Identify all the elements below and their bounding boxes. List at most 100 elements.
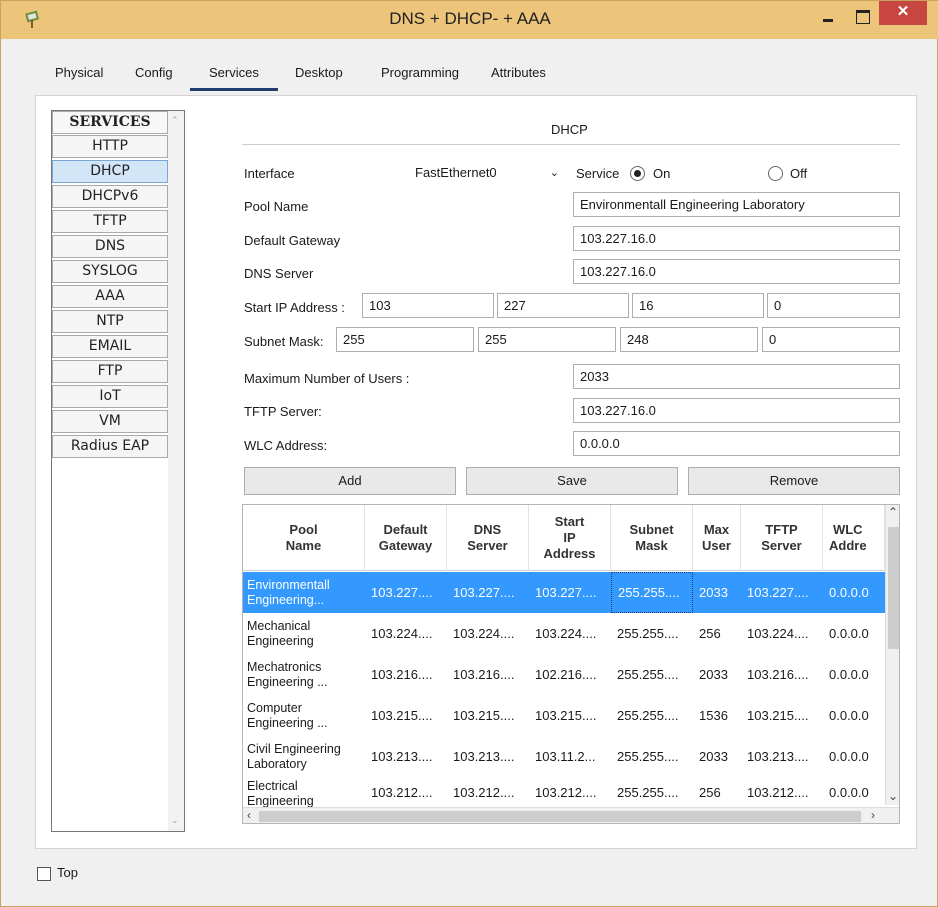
title-bar[interactable]: DNS + DHCP- + AAA ✕	[1, 1, 938, 39]
service-item-dns[interactable]: DNS	[52, 235, 168, 258]
subnet-octet-1[interactable]: 255	[336, 327, 474, 352]
cell-start-ip: 102.216....	[535, 667, 597, 682]
column-header-default-gateway[interactable]: Default Gateway	[365, 505, 447, 571]
service-item-ntp[interactable]: NTP	[52, 310, 168, 333]
table-horizontal-scrollbar[interactable]: ‹ ›	[243, 807, 899, 823]
cell-pool-name: Mechanical Engineering	[247, 618, 314, 648]
service-on-label: On	[653, 166, 671, 181]
tab-programming[interactable]: Programming	[377, 63, 463, 82]
minimize-button[interactable]	[813, 7, 843, 31]
cell-dns: 103.215....	[453, 708, 515, 723]
start-ip-octet-4[interactable]: 0	[767, 293, 900, 318]
gateway-field[interactable]: 103.227.16.0	[573, 226, 900, 251]
service-item-ftp[interactable]: FTP	[52, 360, 168, 383]
cell-subnet: 255.255....	[617, 749, 679, 764]
max-users-label: Maximum Number of Users :	[244, 371, 410, 386]
close-button[interactable]: ✕	[879, 1, 927, 25]
service-item-dhcp[interactable]: DHCP	[52, 160, 168, 183]
cell-gateway: 103.215....	[371, 708, 433, 723]
start-ip-octet-2[interactable]: 227	[497, 293, 629, 318]
table-row[interactable]: Civil Engineering Laboratory 103.213....…	[243, 736, 885, 777]
services-scrollbar[interactable]: ⌃ ⌄	[168, 111, 184, 831]
tab-desktop[interactable]: Desktop	[291, 63, 347, 82]
save-button[interactable]: Save	[466, 467, 678, 495]
top-checkbox[interactable]	[37, 867, 51, 881]
column-header-wlc-address[interactable]: WLC Addre	[823, 505, 885, 571]
tab-config[interactable]: Config	[131, 63, 177, 82]
cell-max-user: 2033	[699, 749, 728, 764]
column-header-start-ip[interactable]: Start IP Address	[529, 505, 611, 571]
gateway-label: Default Gateway	[244, 233, 341, 248]
column-header-max-user[interactable]: Max User	[693, 505, 741, 571]
service-item-aaa[interactable]: AAA	[52, 285, 168, 308]
start-ip-octet-1[interactable]: 103	[362, 293, 494, 318]
cell-subnet: 255.255....	[617, 708, 679, 723]
services-list: SERVICES HTTP DHCP DHCPv6 TFTP DNS SYSLO…	[51, 110, 185, 832]
cell-start-ip: 103.224....	[535, 626, 597, 641]
max-users-field[interactable]: 2033	[573, 364, 900, 389]
service-item-email[interactable]: EMAIL	[52, 335, 168, 358]
column-header-dns-server[interactable]: DNS Server	[447, 505, 529, 571]
cell-dns: 103.213....	[453, 749, 515, 764]
service-item-vm-management[interactable]: VM Management	[52, 410, 168, 450]
interface-select[interactable]: FastEthernet0 ⌄	[409, 161, 563, 185]
column-header-pool-name[interactable]: Pool Name	[243, 505, 365, 571]
table-vertical-scrollbar[interactable]: ⌃ ⌄	[885, 505, 899, 805]
subnet-mask-label: Subnet Mask:	[244, 334, 324, 349]
scroll-down-icon[interactable]: ⌄	[888, 789, 898, 803]
table-row[interactable]: Mechanical Engineering 103.224.... 103.2…	[243, 613, 885, 654]
subnet-octet-3[interactable]: 248	[620, 327, 758, 352]
cell-dns: 103.212....	[453, 784, 515, 800]
column-header-subnet-mask[interactable]: Subnet Mask	[611, 505, 693, 571]
add-button[interactable]: Add	[244, 467, 456, 495]
table-row[interactable]: Environmentall Engineering... 103.227...…	[243, 572, 885, 613]
subnet-octet-2[interactable]: 255	[478, 327, 616, 352]
remove-button[interactable]: Remove	[688, 467, 900, 495]
scroll-thumb[interactable]	[259, 811, 861, 822]
cell-start-ip: 103.227....	[535, 585, 597, 600]
cell-gateway: 103.227....	[371, 585, 433, 600]
wlc-address-field[interactable]: 0.0.0.0	[573, 431, 900, 456]
cell-max-user: 2033	[699, 585, 728, 600]
scroll-right-icon[interactable]: ›	[871, 808, 875, 822]
cell-gateway: 103.224....	[371, 626, 433, 641]
dns-server-field[interactable]: 103.227.16.0	[573, 259, 900, 284]
cell-tftp: 103.216....	[747, 667, 809, 682]
service-on-radio[interactable]	[630, 166, 645, 181]
service-item-tftp[interactable]: TFTP	[52, 210, 168, 233]
maximize-button[interactable]	[847, 7, 877, 31]
scroll-up-icon[interactable]: ⌃	[888, 505, 898, 519]
scroll-thumb[interactable]	[888, 527, 899, 649]
tab-services[interactable]: Services	[190, 63, 278, 91]
cell-wlc: 0.0.0.0	[829, 626, 869, 641]
chevron-down-icon: ⌄	[549, 167, 559, 179]
service-item-dhcpv6[interactable]: DHCPv6	[52, 185, 168, 208]
service-off-label: Off	[790, 166, 808, 181]
cell-tftp: 103.213....	[747, 749, 809, 764]
scroll-left-icon[interactable]: ‹	[247, 808, 251, 822]
table-row[interactable]: Electrical Engineering 103.212.... 103.2…	[243, 777, 885, 807]
cell-tftp: 103.215....	[747, 708, 809, 723]
table-row[interactable]: Mechatronics Engineering ... 103.216....…	[243, 654, 885, 695]
service-item-http[interactable]: HTTP	[52, 135, 168, 158]
start-ip-label: Start IP Address :	[244, 300, 345, 315]
start-ip-octet-3[interactable]: 16	[632, 293, 764, 318]
subnet-octet-4[interactable]: 0	[762, 327, 900, 352]
cell-start-ip: 103.212....	[535, 784, 597, 800]
table-row[interactable]: Computer Engineering ... 103.215.... 103…	[243, 695, 885, 736]
cell-gateway: 103.216....	[371, 667, 433, 682]
tftp-server-field[interactable]: 103.227.16.0	[573, 398, 900, 423]
services-panel: SERVICES HTTP DHCP DHCPv6 TFTP DNS SYSLO…	[35, 95, 917, 849]
service-item-radius-eap[interactable]: Radius EAP	[52, 435, 168, 458]
tab-attributes[interactable]: Attributes	[487, 63, 550, 82]
service-item-syslog[interactable]: SYSLOG	[52, 260, 168, 283]
column-header-tftp-server[interactable]: TFTP Server	[741, 505, 823, 571]
tab-physical[interactable]: Physical	[51, 63, 107, 82]
scroll-up-icon[interactable]: ⌃	[171, 115, 179, 126]
dhcp-title: DHCP	[551, 122, 588, 137]
service-item-iot[interactable]: IoT	[52, 385, 168, 408]
pool-name-field[interactable]: Environmentall Engineering Laboratory	[573, 192, 900, 217]
service-off-radio[interactable]	[768, 166, 783, 181]
top-label: Top	[57, 865, 78, 880]
scroll-down-icon[interactable]: ⌄	[171, 815, 179, 826]
